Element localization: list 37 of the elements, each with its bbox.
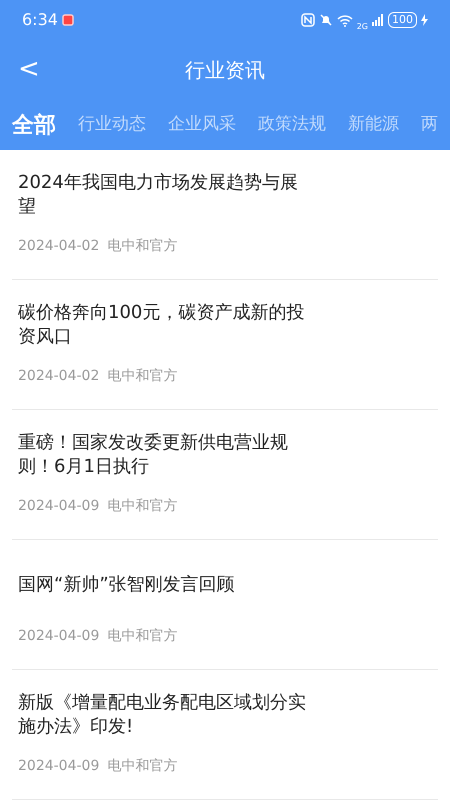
article-date: 2024-04-09 [18, 757, 100, 775]
article-item[interactable]: 国网“新帅”张智刚发言回顾 2024-04-09 电中和官方 [12, 540, 438, 670]
battery-level: 100 [388, 12, 417, 28]
category-tab[interactable]: 政策法规 [258, 112, 326, 138]
page-title: 行业资讯 [185, 57, 265, 84]
category-tab[interactable]: 全部 [12, 108, 56, 142]
article-title: 重磅！国家发改委更新供电营业规则！6月1日执行 [18, 431, 289, 479]
article-title: 国网“新帅”张智刚发言回顾 [18, 573, 235, 597]
wifi-icon [336, 14, 353, 26]
article-title: 新版《增量配电业务配电区域划分实施办法》印发! [18, 691, 307, 739]
article-date: 2024-04-09 [18, 627, 100, 645]
charging-icon [421, 14, 428, 26]
category-tab[interactable]: 新能源 [348, 112, 399, 138]
nfc-icon [300, 13, 315, 27]
category-tab[interactable]: 两 [421, 112, 438, 138]
article-item[interactable]: 新版《增量配电业务配电区域划分实施办法》印发! 2024-04-09 电中和官方 [12, 670, 438, 800]
article-source: 电中和官方 [107, 237, 178, 255]
bell-muted-icon [318, 13, 333, 27]
article-item[interactable]: 重磅！国家发改委更新供电营业规则！6月1日执行 2024-04-09 电中和官方 [12, 410, 438, 540]
article-source: 电中和官方 [107, 367, 178, 385]
article-date: 2024-04-02 [18, 367, 100, 385]
network-type: 2G [356, 22, 368, 30]
article-date: 2024-04-09 [18, 497, 100, 515]
article-source: 电中和官方 [107, 497, 178, 515]
article-item[interactable]: 2024年我国电力市场发展趋势与展望 2024-04-02 电中和官方 [12, 150, 438, 280]
article-title: 碳价格奔向100元，碳资产成新的投资风口 [18, 301, 306, 349]
category-tab[interactable]: 行业动态 [78, 112, 146, 138]
back-button[interactable]: < [10, 52, 48, 86]
article-date: 2024-04-02 [18, 237, 100, 255]
article-source: 电中和官方 [107, 757, 178, 775]
category-tab[interactable]: 企业风采 [168, 112, 236, 138]
notification-icon [62, 14, 74, 26]
signal-icon [372, 14, 384, 26]
article-title: 2024年我国电力市场发展趋势与展望 [18, 171, 299, 219]
status-time: 6:34 [22, 9, 58, 31]
article-source: 电中和官方 [107, 627, 178, 645]
article-item[interactable]: 碳价格奔向100元，碳资产成新的投资风口 2024-04-02 电中和官方 [12, 280, 438, 410]
